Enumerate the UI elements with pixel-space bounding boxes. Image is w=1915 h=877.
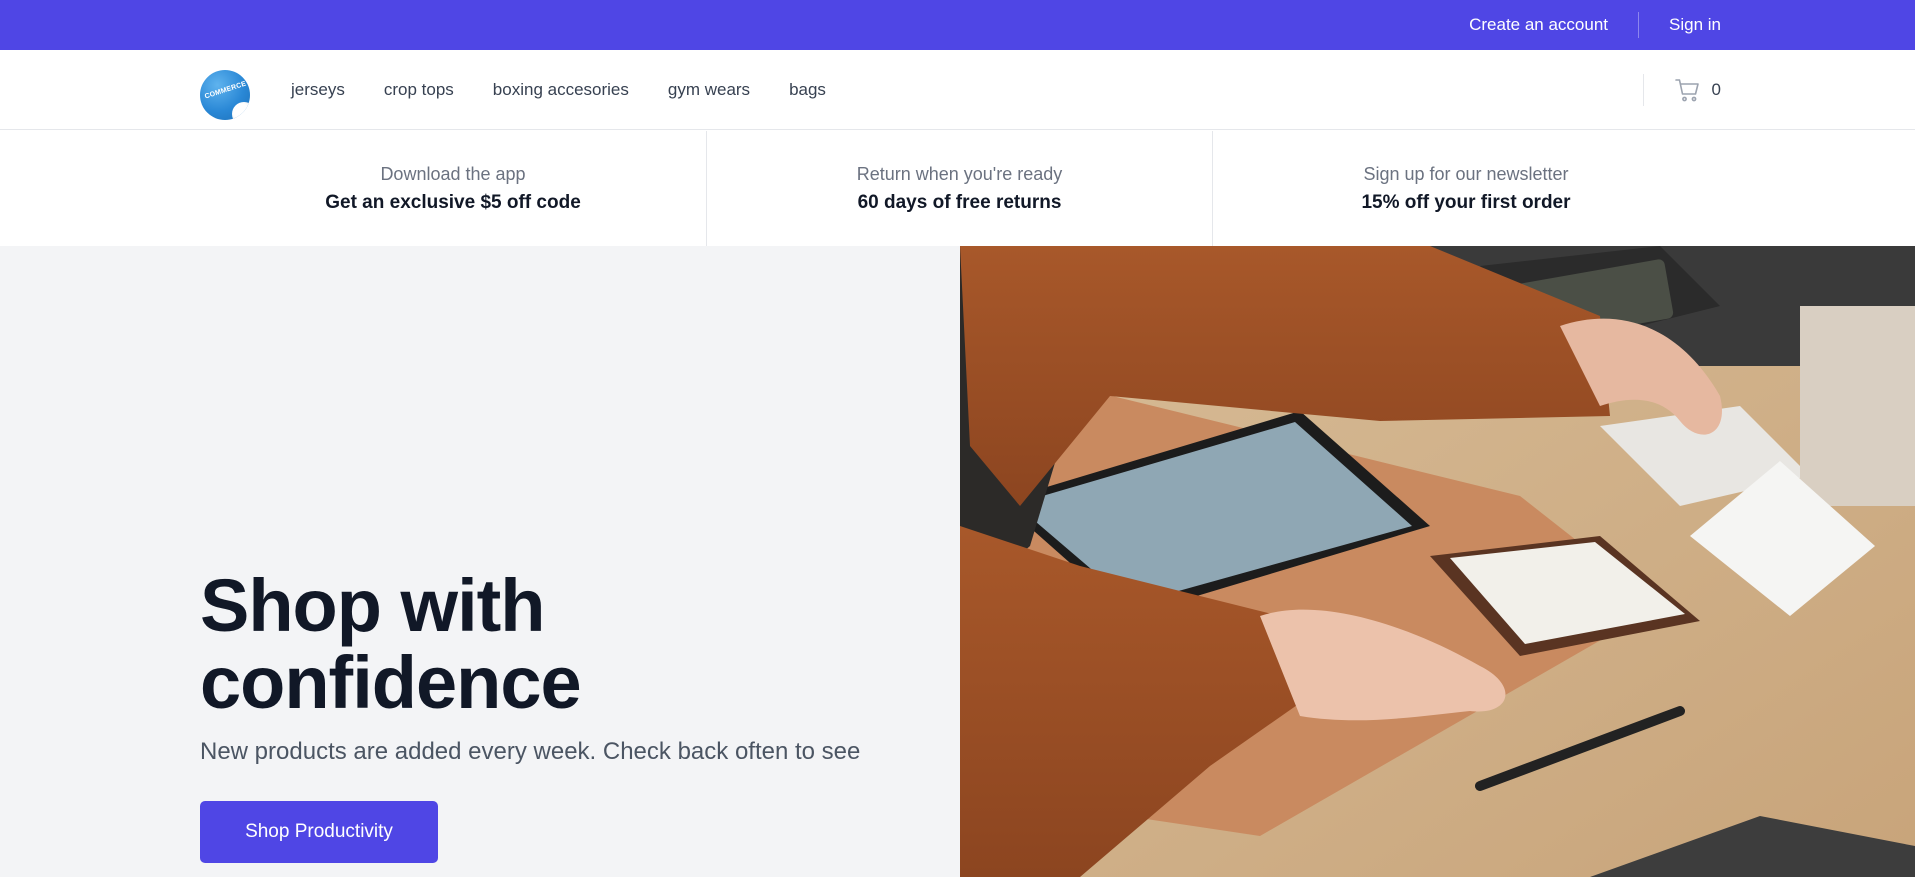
perk-app: Download the app Get an exclusive $5 off…: [0, 131, 707, 246]
perk-returns: Return when you're ready 60 days of free…: [707, 131, 1213, 246]
perk-title: Get an exclusive $5 off code: [325, 191, 581, 213]
shopping-cart-icon[interactable]: [1674, 76, 1702, 104]
hero-title-line-1: Shop with: [200, 564, 545, 647]
nav-link-crop-tops[interactable]: crop tops: [384, 80, 454, 100]
hero-subtitle: New products are added every week. Check…: [200, 738, 861, 765]
cart-area: 0: [1642, 50, 1721, 130]
nav-link-gym-wears[interactable]: gym wears: [668, 80, 750, 100]
desk-photo-illustration: [960, 246, 1915, 877]
hero-title: Shop with confidence: [200, 327, 582, 724]
perks-bar: Download the app Get an exclusive $5 off…: [0, 131, 1915, 246]
logo-text: COMMERCE: [203, 80, 248, 101]
hero-title-line-2: confidence: [200, 641, 582, 724]
shop-productivity-button[interactable]: Shop Productivity: [200, 801, 438, 863]
promo-top-bar: Create an account Sign in: [0, 0, 1915, 50]
perk-subtitle: Return when you're ready: [856, 163, 1063, 184]
perk-title: 60 days of free returns: [857, 191, 1062, 213]
sign-in-link[interactable]: Sign in: [1669, 15, 1721, 35]
cart-count[interactable]: 0: [1712, 80, 1721, 100]
account-links-divider: [1638, 12, 1640, 38]
hero-image: [960, 246, 1915, 877]
nav-link-jerseys[interactable]: jerseys: [291, 80, 345, 100]
cart-divider: [1642, 74, 1644, 106]
perk-subtitle: Sign up for our newsletter: [1363, 163, 1569, 184]
perk-newsletter: Sign up for our newsletter 15% off your …: [1213, 131, 1719, 246]
account-links: Create an account Sign in: [1469, 0, 1721, 50]
logo-sticker-curl: [232, 102, 250, 120]
perk-title: 15% off your first order: [1361, 191, 1571, 213]
nav-link-bags[interactable]: bags: [789, 80, 826, 100]
nav-link-boxing-accesories[interactable]: boxing accesories: [493, 80, 629, 100]
create-account-link[interactable]: Create an account: [1469, 15, 1608, 35]
perk-subtitle: Download the app: [380, 163, 526, 184]
category-links: jerseys crop tops boxing accesories gym …: [291, 50, 865, 130]
main-navigation: COMMERCE jerseys crop tops boxing acceso…: [0, 50, 1915, 130]
commerce-logo[interactable]: COMMERCE: [200, 70, 250, 120]
